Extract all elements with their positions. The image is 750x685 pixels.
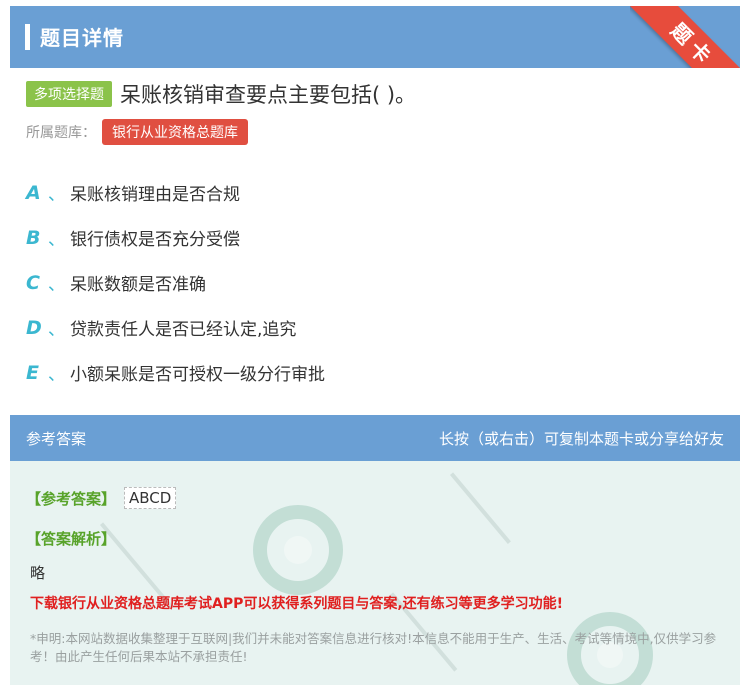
app-promo-link[interactable]: 下载银行从业资格总题库考试APP可以获得系列题目与答案,还有练习等更多学习功能! <box>30 593 563 613</box>
option-a[interactable]: A 、 呆账核销理由是否合规 <box>26 170 325 215</box>
option-d[interactable]: D 、 贷款责任人是否已经认定,追究 <box>26 305 325 350</box>
answer-header-title: 参考答案 <box>26 430 87 448</box>
option-text: 银行债权是否充分受偿 <box>70 230 240 250</box>
answer-value: ABCD <box>124 487 177 509</box>
page-title: 题目详情 <box>40 26 124 50</box>
question-card: 题目详情 题卡 <box>10 6 740 68</box>
share-hint: 长按（或右击）可复制本题卡或分享给好友 <box>438 430 724 448</box>
question-row: 多项选择题 呆账核销审查要点主要包括( )。 <box>26 79 416 109</box>
options-list: A 、 呆账核销理由是否合规 B 、 银行债权是否充分受偿 C 、 呆账数额是否… <box>26 170 325 395</box>
option-c[interactable]: C 、 呆账数额是否准确 <box>26 260 325 305</box>
explanation-label: 【答案解析】 <box>26 530 117 548</box>
question-text: 呆账核销审查要点主要包括( )。 <box>120 83 417 107</box>
option-text: 小额呆账是否可授权一级分行审批 <box>70 365 325 385</box>
option-separator: 、 <box>48 230 65 250</box>
option-letter: D <box>26 316 42 339</box>
header-bar: 题目详情 题卡 <box>10 6 740 68</box>
question-type-badge: 多项选择题 <box>26 81 112 107</box>
answer-panel: 参考答案 长按（或右击）可复制本题卡或分享给好友 【参考答案】 ABCD 【答案… <box>10 415 740 685</box>
option-text: 呆账核销理由是否合规 <box>70 185 240 205</box>
answer-row: 【参考答案】 ABCD <box>26 487 177 509</box>
explanation-text: 略 <box>30 564 46 582</box>
disclaimer-text: *申明:本网站数据收集整理于互联网|我们并未能对答案信息进行核对!本信息不能用于… <box>30 631 717 664</box>
option-letter: B <box>26 226 41 249</box>
answer-header: 参考答案 长按（或右击）可复制本题卡或分享给好友 <box>10 415 740 461</box>
option-letter: C <box>26 271 40 294</box>
answer-label: 【参考答案】 <box>26 489 117 508</box>
ribbon-label: 题卡 <box>630 6 740 68</box>
bank-label: 所属题库： <box>26 125 96 141</box>
bank-badge[interactable]: 银行从业资格总题库 <box>102 119 248 145</box>
bank-row: 所属题库： 银行从业资格总题库 <box>26 119 248 145</box>
option-b[interactable]: B 、 银行债权是否充分受偿 <box>26 215 325 260</box>
option-separator: 、 <box>48 365 65 385</box>
option-text: 贷款责任人是否已经认定,追究 <box>70 320 297 340</box>
option-separator: 、 <box>48 320 65 340</box>
option-e[interactable]: E 、 小额呆账是否可授权一级分行审批 <box>26 350 325 395</box>
option-letter: A <box>26 181 41 204</box>
option-letter: E <box>26 361 39 384</box>
option-text: 呆账数额是否准确 <box>70 275 206 295</box>
header-accent-bar <box>25 24 30 50</box>
corner-ribbon: 题卡 <box>630 6 740 68</box>
option-separator: 、 <box>48 275 65 295</box>
option-separator: 、 <box>48 185 65 205</box>
